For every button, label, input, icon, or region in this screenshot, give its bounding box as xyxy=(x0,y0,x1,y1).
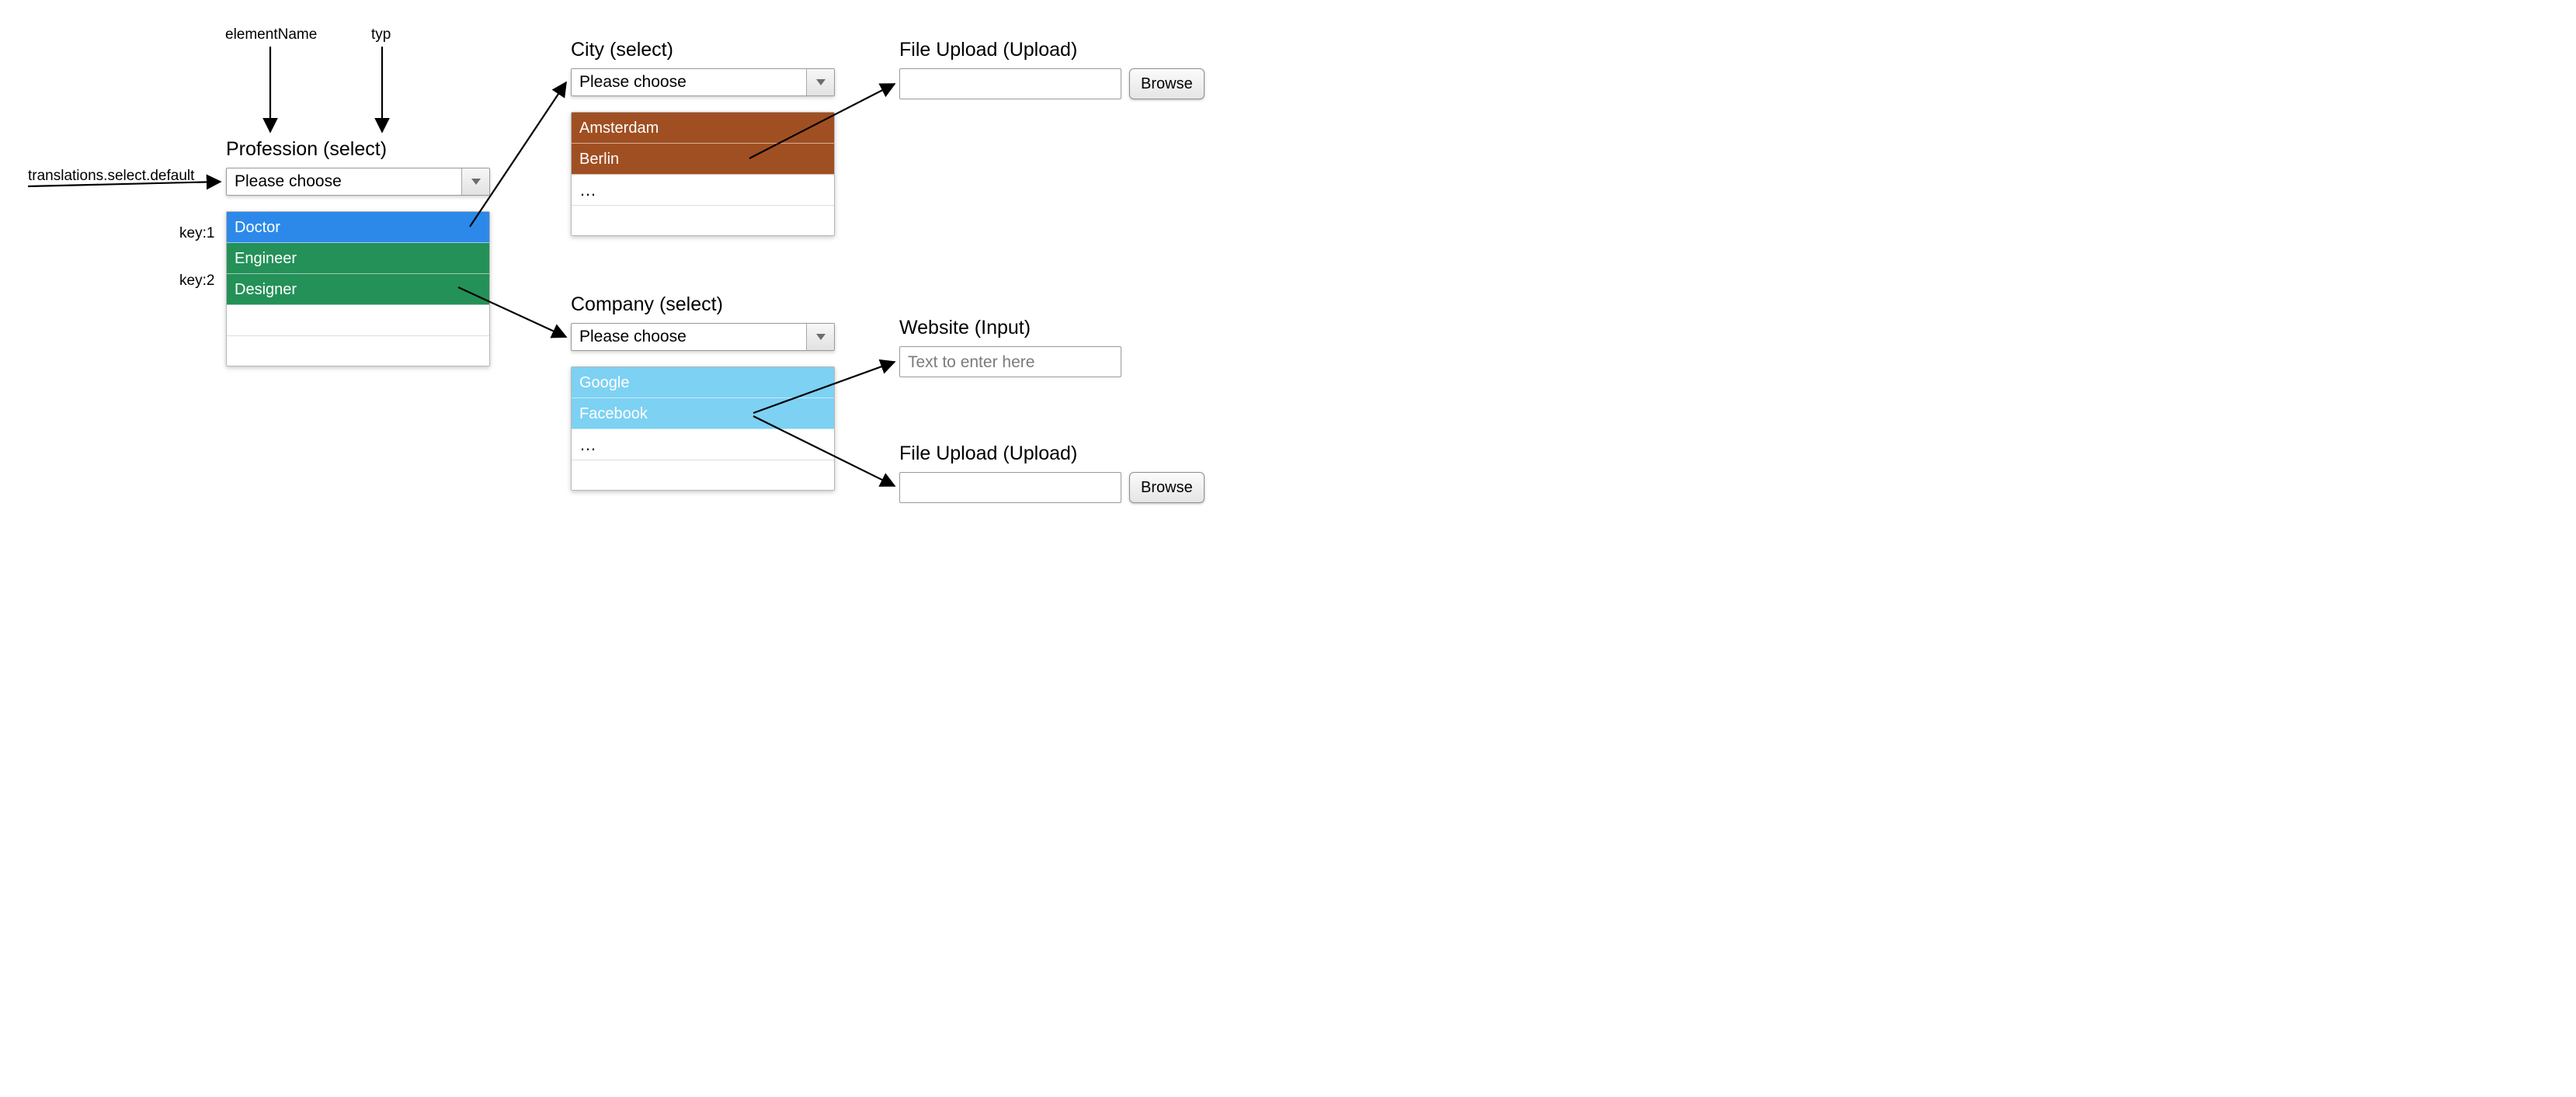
annotation-translations-default-label: translations.select.default xyxy=(28,168,194,185)
city-option-amsterdam[interactable]: Amsterdam xyxy=(572,113,834,144)
company-options-list: Google Facebook … xyxy=(571,366,835,491)
profession-options-list: Doctor Engineer Designer xyxy=(226,211,490,366)
profession-option-doctor[interactable]: Doctor xyxy=(227,212,489,243)
file-upload-top-title: File Upload (Upload) xyxy=(899,39,1077,61)
annotation-typ-label: typ xyxy=(371,26,391,43)
file-upload-bottom-browse-button[interactable]: Browse xyxy=(1129,472,1205,503)
profession-option-blank-2 xyxy=(227,336,489,366)
annotation-key1-label: key:1 xyxy=(179,225,214,242)
company-option-facebook[interactable]: Facebook xyxy=(572,398,834,429)
city-title: City (select) xyxy=(571,39,673,61)
company-option-blank xyxy=(572,460,834,491)
website-input-title: Website (Input) xyxy=(899,317,1031,339)
arrow-doctor-to-city xyxy=(470,82,566,227)
company-select-text: Please choose xyxy=(572,323,806,351)
company-title: Company (select) xyxy=(571,293,723,316)
city-select[interactable]: Please choose xyxy=(571,68,835,96)
chevron-down-icon xyxy=(806,69,834,95)
profession-select[interactable]: Please choose xyxy=(226,168,490,196)
city-option-blank xyxy=(572,206,834,236)
profession-select-text: Please choose xyxy=(227,168,461,196)
city-option-berlin[interactable]: Berlin xyxy=(572,144,834,175)
annotation-elementname-label: elementName xyxy=(225,26,317,43)
file-upload-bottom-title: File Upload (Upload) xyxy=(899,443,1077,465)
chevron-down-icon xyxy=(461,168,489,195)
company-option-google[interactable]: Google xyxy=(572,367,834,398)
company-option-ellipsis: … xyxy=(572,429,834,460)
profession-option-designer[interactable]: Designer xyxy=(227,274,489,305)
profession-title: Profession (select) xyxy=(226,138,387,161)
chevron-down-icon xyxy=(806,324,834,350)
annotation-key2-label: key:2 xyxy=(179,273,214,290)
file-upload-top-field[interactable] xyxy=(899,68,1121,99)
city-select-text: Please choose xyxy=(572,68,806,96)
profession-option-engineer[interactable]: Engineer xyxy=(227,243,489,274)
file-upload-bottom-field[interactable] xyxy=(899,472,1121,503)
city-options-list: Amsterdam Berlin … xyxy=(571,112,835,236)
file-upload-top-browse-button[interactable]: Browse xyxy=(1129,68,1205,99)
city-option-ellipsis: … xyxy=(572,175,834,206)
profession-option-blank-1 xyxy=(227,305,489,336)
website-input-field[interactable]: Text to enter here xyxy=(899,346,1121,377)
company-select[interactable]: Please choose xyxy=(571,323,835,351)
